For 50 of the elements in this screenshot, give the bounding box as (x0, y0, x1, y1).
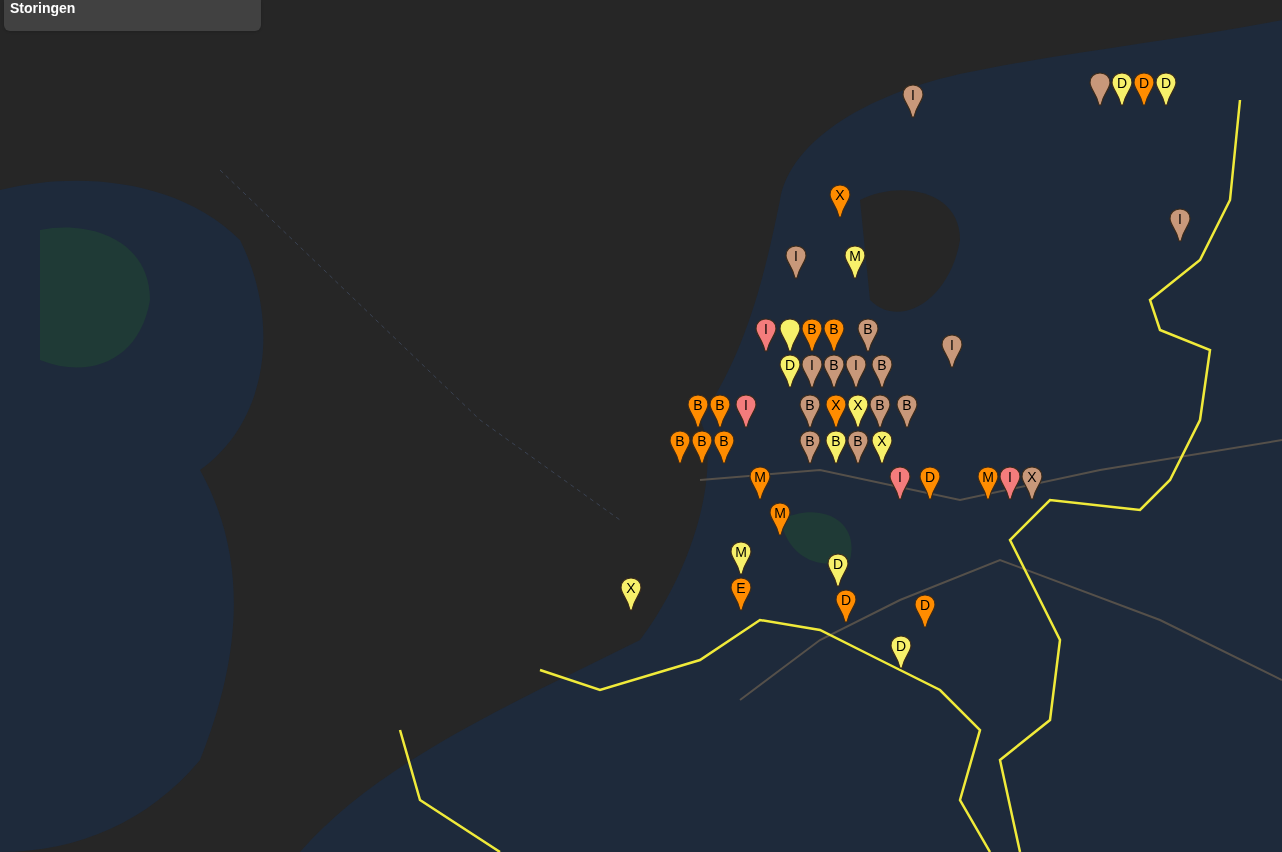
map-marker[interactable]: I (785, 245, 807, 279)
map-marker[interactable]: M (730, 541, 752, 575)
map-marker[interactable]: B (709, 394, 731, 428)
map-marker[interactable]: X (871, 430, 893, 464)
map-marker[interactable] (779, 318, 801, 352)
map-marker[interactable]: B (871, 354, 893, 388)
map-marker[interactable]: B (825, 430, 847, 464)
map-marker[interactable]: X (825, 394, 847, 428)
map-marker[interactable]: B (799, 394, 821, 428)
map-marker[interactable] (1089, 72, 1111, 106)
map-marker[interactable]: D (890, 635, 912, 669)
map-marker[interactable]: B (669, 430, 691, 464)
map-marker[interactable]: X (620, 577, 642, 611)
map-marker[interactable]: M (977, 466, 999, 500)
map-marker[interactable]: D (919, 466, 941, 500)
map-marker[interactable]: M (749, 466, 771, 500)
map-marker[interactable]: B (713, 430, 735, 464)
map-marker[interactable]: B (799, 430, 821, 464)
map-marker[interactable]: E (730, 577, 752, 611)
map-marker[interactable]: B (691, 430, 713, 464)
map-marker[interactable]: X (847, 394, 869, 428)
map-marker[interactable]: B (847, 430, 869, 464)
map-marker[interactable]: D (1155, 72, 1177, 106)
map-marker[interactable]: D (835, 589, 857, 623)
map-marker[interactable]: D (1111, 72, 1133, 106)
map-marker[interactable]: I (1169, 208, 1191, 242)
map-marker[interactable]: I (941, 334, 963, 368)
map-marker[interactable]: D (1133, 72, 1155, 106)
map-marker[interactable]: D (827, 553, 849, 587)
map-marker[interactable]: I (999, 466, 1021, 500)
map-marker[interactable]: I (801, 354, 823, 388)
map-marker[interactable]: I (889, 466, 911, 500)
map-marker[interactable]: I (755, 318, 777, 352)
map-marker[interactable]: X (829, 184, 851, 218)
map-marker[interactable]: B (823, 318, 845, 352)
map-marker[interactable]: M (844, 245, 866, 279)
map-marker[interactable]: B (687, 394, 709, 428)
panel-title: Storingen (10, 0, 77, 16)
map-marker[interactable]: B (896, 394, 918, 428)
map-marker[interactable]: D (779, 354, 801, 388)
map-marker[interactable]: M (769, 502, 791, 536)
map-marker[interactable]: B (801, 318, 823, 352)
map-marker[interactable]: I (902, 84, 924, 118)
map-marker[interactable]: X (1021, 466, 1043, 500)
map-marker[interactable]: B (823, 354, 845, 388)
map-marker[interactable]: I (845, 354, 867, 388)
map-marker[interactable]: B (857, 318, 879, 352)
map-marker[interactable]: D (914, 594, 936, 628)
map-marker[interactable]: I (735, 394, 757, 428)
map-marker[interactable]: B (869, 394, 891, 428)
